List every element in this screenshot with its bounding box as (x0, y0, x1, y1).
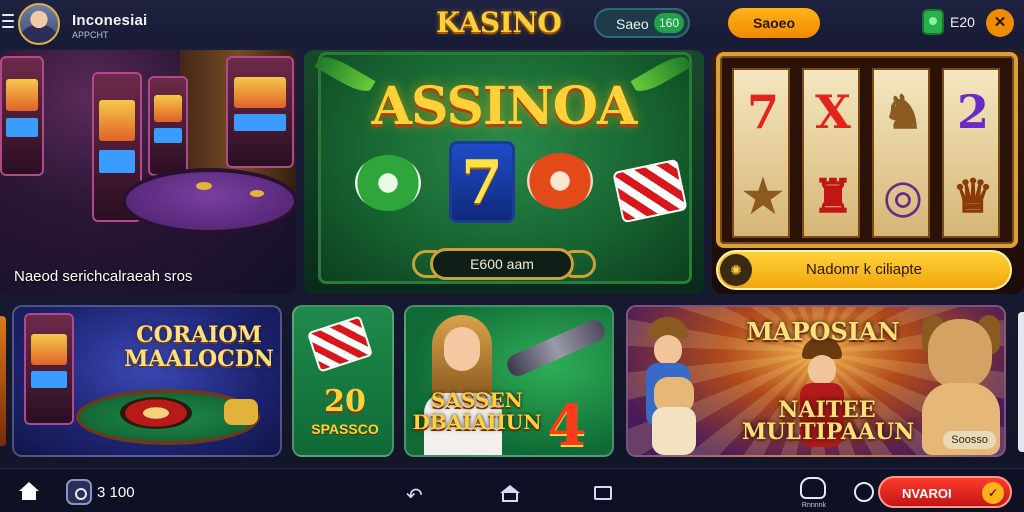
brand-logo: KASINO (436, 6, 562, 39)
reel-symbol: 2 (956, 85, 989, 139)
game-tile-sassen[interactable]: SASSEN DBAIAIIUN 4 (404, 305, 614, 457)
cta-button[interactable]: NVAROI ✓ (878, 476, 1012, 508)
reel-symbol: ♛ (952, 169, 994, 223)
carousel-edge-right[interactable] (1018, 312, 1024, 452)
check-icon: ✓ (982, 482, 1004, 504)
dog-icon-label: Rnnnnk (801, 502, 827, 509)
banner-featured-casino[interactable]: 7 ASSINOA E600 aam (304, 50, 704, 294)
game-tile-number: 4 (547, 393, 587, 457)
red-chip-image (527, 153, 593, 209)
coin-value: E20 (950, 14, 975, 30)
wallet-icon[interactable] (66, 479, 92, 505)
top-bar: Inconesiai APPCHT KASINO Saeo 160 Saoeo … (0, 0, 1024, 48)
banner-caption: Naeod serichcalraeah sros (14, 268, 193, 285)
banner-casino-hall[interactable]: Naeod serichcalraeah sros (0, 50, 296, 294)
reel: ♞ ◎ (872, 68, 930, 238)
top-action-button[interactable]: Saoeo (728, 8, 820, 38)
character-image (648, 377, 700, 455)
slot-machine-image (148, 76, 188, 176)
reel-symbol: 7 (746, 85, 779, 139)
game-tile-subtitle: NAITEE MULTIPAAUN (742, 397, 915, 445)
slot-machine-image (226, 56, 294, 168)
featured-play-button[interactable]: E600 aam (430, 248, 574, 280)
menu-icon[interactable] (2, 14, 14, 28)
reel-symbol: ★ (742, 169, 784, 223)
game-tile-title: 20 (324, 384, 366, 419)
recent-apps-icon[interactable] (594, 486, 612, 500)
slot-reel-frame: 7 ★ X ♜ ♞ ◎ 2 ♛ (716, 52, 1018, 248)
roulette-image (120, 397, 192, 429)
balance-chip: 160 (654, 13, 684, 33)
dice-image (306, 315, 374, 373)
wallet-value: 3 100 (97, 484, 135, 501)
dice-image (612, 158, 688, 224)
avatar[interactable] (18, 3, 60, 45)
balance-label: Saeo (616, 16, 649, 32)
reel: X ♜ (802, 68, 860, 238)
user-subtitle: APPCHT (72, 30, 109, 40)
reel-symbol: ♜ (812, 169, 854, 223)
user-name: Inconesiai (72, 12, 148, 29)
game-tile-maposian[interactable]: MAPOSIAN NAITEE MULTIPAAUN Soosso (626, 305, 1006, 457)
game-tile-title: SASSEN DBAIAIIUN (412, 388, 542, 434)
tile-badge: Soosso (943, 431, 996, 449)
casino-app: Inconesiai APPCHT KASINO Saeo 160 Saoeo … (0, 0, 1024, 512)
dog-icon[interactable] (800, 477, 826, 499)
game-tile-title: CORAIOM MAALOCDN (124, 322, 274, 372)
reel-symbol: X (815, 85, 851, 139)
game-tile-subtitle: SPASSCO (311, 421, 379, 437)
reel-symbol: ◎ (882, 169, 924, 223)
support-icon[interactable] (854, 482, 874, 502)
home-icon[interactable] (19, 482, 39, 500)
chips-image (224, 399, 258, 425)
reel-symbol: ♞ (882, 85, 924, 139)
game-tile-coraiom[interactable]: CORAIOM MAALOCDN (12, 305, 282, 457)
nav-home-icon[interactable] (500, 485, 520, 502)
chips-image (250, 190, 264, 197)
slot-machine-image (0, 56, 44, 176)
cta-label: NVAROI (902, 486, 952, 501)
reel: 7 ★ (732, 68, 790, 238)
slot-action-button[interactable]: Nadomr k ciliapte (716, 250, 1012, 290)
game-tile-title: MAPOSIAN (746, 317, 900, 346)
seven-card: 7 (449, 141, 515, 223)
green-chip-image (355, 155, 421, 211)
banner-slot-reels[interactable]: 7 ★ X ♜ ♞ ◎ 2 ♛ Nadomr k ciliapte ✺ (712, 50, 1024, 294)
sparkle-icon[interactable]: ✺ (720, 254, 752, 286)
poker-table-image (122, 168, 296, 234)
back-icon[interactable]: ↶ (406, 483, 423, 508)
settings-icon[interactable]: ✕ (986, 9, 1014, 37)
featured-title: ASSINOA (371, 76, 638, 137)
slot-machine-image (24, 313, 74, 425)
telescope-image (504, 316, 608, 380)
chips-image (196, 182, 212, 190)
reel: 2 ♛ (942, 68, 1000, 238)
balance-pill[interactable]: Saeo 160 (594, 8, 690, 38)
carousel-edge-left[interactable] (0, 316, 6, 446)
bottom-nav: 3 100 ↶ Rnnnnk NVAROI ✓ (0, 468, 1024, 512)
game-tile-spassco[interactable]: 20 SPASSCO (292, 305, 394, 457)
coin-icon (922, 9, 944, 35)
